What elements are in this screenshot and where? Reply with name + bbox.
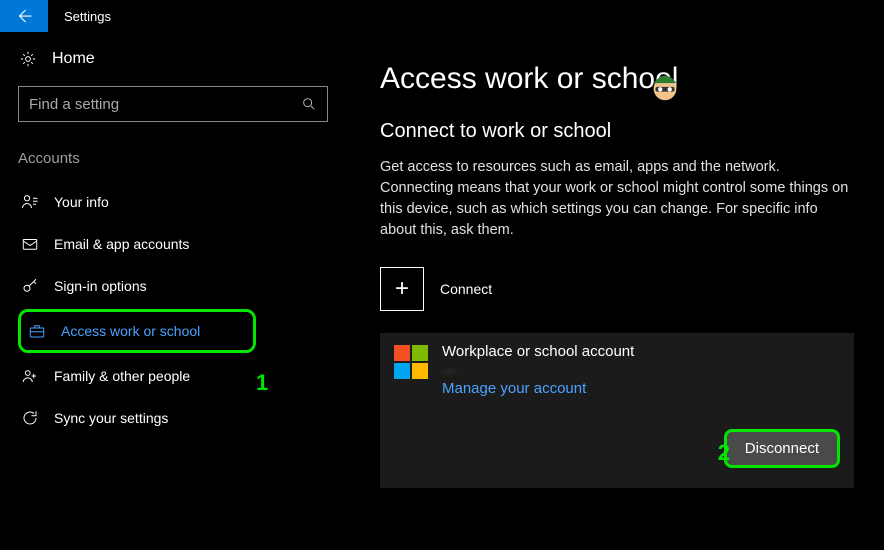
annotation-1: 1 <box>256 370 268 396</box>
nav-label: Sync your settings <box>54 410 168 426</box>
gear-icon <box>18 50 38 68</box>
home-link[interactable]: Home <box>18 50 340 68</box>
nav-label: Family & other people <box>54 368 190 384</box>
sidebar-item-your-info[interactable]: Your info <box>18 183 256 221</box>
account-card[interactable]: Workplace or school account — Manage you… <box>380 333 854 488</box>
nav-label: Sign-in options <box>54 278 147 294</box>
back-button[interactable] <box>0 0 48 32</box>
plus-icon: + <box>380 267 424 311</box>
sidebar-item-email-accounts[interactable]: Email & app accounts <box>18 225 256 263</box>
nav-label: Access work or school <box>61 323 200 339</box>
nav-label: Your info <box>54 194 109 210</box>
annotation-2: 2 <box>718 440 730 466</box>
home-label: Home <box>52 50 95 68</box>
briefcase-icon <box>27 322 47 340</box>
key-icon <box>20 277 40 295</box>
page-title: Access work or school <box>380 62 854 96</box>
section-label: Accounts <box>18 150 340 167</box>
titlebar: Settings <box>0 0 884 32</box>
manage-account-link[interactable]: Manage your account <box>442 380 634 397</box>
person-icon <box>20 193 40 211</box>
search-input[interactable]: Find a setting <box>18 86 328 122</box>
search-icon <box>301 96 317 112</box>
nav-label: Email & app accounts <box>54 236 189 252</box>
microsoft-logo-icon <box>394 345 428 379</box>
main-panel: Access work or school Connect to work or… <box>340 32 884 550</box>
connect-button[interactable]: + Connect <box>380 267 854 311</box>
window-title: Settings <box>64 9 111 24</box>
people-icon <box>20 367 40 385</box>
connect-label: Connect <box>440 281 492 297</box>
search-placeholder: Find a setting <box>29 96 119 113</box>
mail-icon <box>20 235 40 253</box>
sync-icon <box>20 409 40 427</box>
arrow-left-icon <box>15 7 33 25</box>
sub-title: Connect to work or school <box>380 120 854 143</box>
mascot-icon <box>646 66 684 104</box>
sidebar-item-sync[interactable]: Sync your settings <box>18 399 256 437</box>
account-identity-blurred: — <box>442 362 634 378</box>
description: Get access to resources such as email, a… <box>380 157 850 241</box>
sidebar-item-family[interactable]: Family & other people <box>18 357 256 395</box>
sidebar-item-access-work-school[interactable]: Access work or school <box>18 309 256 353</box>
disconnect-button[interactable]: Disconnect <box>724 429 840 468</box>
sidebar: Home Find a setting Accounts Your info E… <box>0 32 340 550</box>
account-title: Workplace or school account <box>442 343 634 360</box>
sidebar-item-signin-options[interactable]: Sign-in options <box>18 267 256 305</box>
